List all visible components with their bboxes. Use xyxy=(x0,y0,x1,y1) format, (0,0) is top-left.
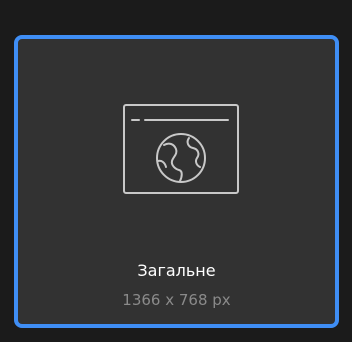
web-browser-globe-icon xyxy=(123,104,239,194)
preset-dimensions: 1366 x 768 px xyxy=(122,291,231,309)
preset-card-general[interactable]: Загальне 1366 x 768 px xyxy=(14,35,339,328)
preset-title: Загальне xyxy=(137,261,216,280)
